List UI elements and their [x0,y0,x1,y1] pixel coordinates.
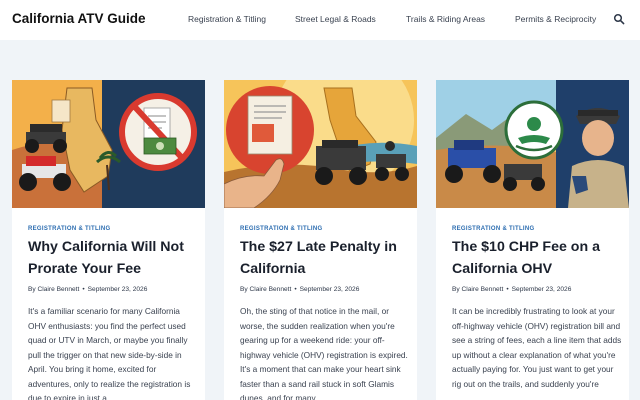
post-image-no-prorate[interactable] [12,80,205,208]
meta-separator: • [294,286,297,293]
search-icon[interactable] [613,13,625,25]
post-author: By Claire Bennett [452,286,504,293]
post-title[interactable]: Why California Will Not Prorate Your Fee [28,236,198,280]
post-meta: By Claire Bennett • September 23, 2026 [28,286,147,293]
post-excerpt: It can be incredibly frustrating to look… [452,306,622,389]
nav-item-registration[interactable]: Registration & Titling [188,14,266,24]
site-header: California ATV Guide Registration & Titl… [0,0,640,40]
post-card[interactable]: REGISTRATION & TITLING The $10 CHP Fee o… [436,80,629,400]
post-title[interactable]: The $27 Late Penalty in California [240,236,410,280]
post-date: September 23, 2026 [299,286,360,293]
post-category[interactable]: REGISTRATION & TITLING [28,226,111,232]
post-date: September 23, 2026 [511,286,572,293]
post-excerpt: It's a familiar scenario for many Califo… [28,306,191,400]
post-date: September 23, 2026 [87,286,148,293]
nav-item-permits[interactable]: Permits & Reciprocity [515,14,596,24]
meta-separator: • [82,286,85,293]
site-title[interactable]: California ATV Guide [12,11,146,26]
post-image-late-penalty[interactable] [224,80,417,208]
nav-item-street-legal[interactable]: Street Legal & Roads [295,14,376,24]
post-category[interactable]: REGISTRATION & TITLING [452,226,535,232]
post-meta: By Claire Bennett • September 23, 2026 [452,286,571,293]
post-card[interactable]: REGISTRATION & TITLING The $27 Late Pena… [224,80,417,400]
post-author: By Claire Bennett [240,286,292,293]
nav-item-trails[interactable]: Trails & Riding Areas [406,14,485,24]
post-excerpt: Oh, the sting of that notice in the mail… [240,306,408,400]
post-category[interactable]: REGISTRATION & TITLING [240,226,323,232]
post-author: By Claire Bennett [28,286,80,293]
post-image-chp-fee[interactable] [436,80,629,208]
post-title[interactable]: The $10 CHP Fee on a California OHV [452,236,622,280]
post-card[interactable]: REGISTRATION & TITLING Why California Wi… [12,80,205,400]
meta-separator: • [506,286,509,293]
post-meta: By Claire Bennett • September 23, 2026 [240,286,359,293]
